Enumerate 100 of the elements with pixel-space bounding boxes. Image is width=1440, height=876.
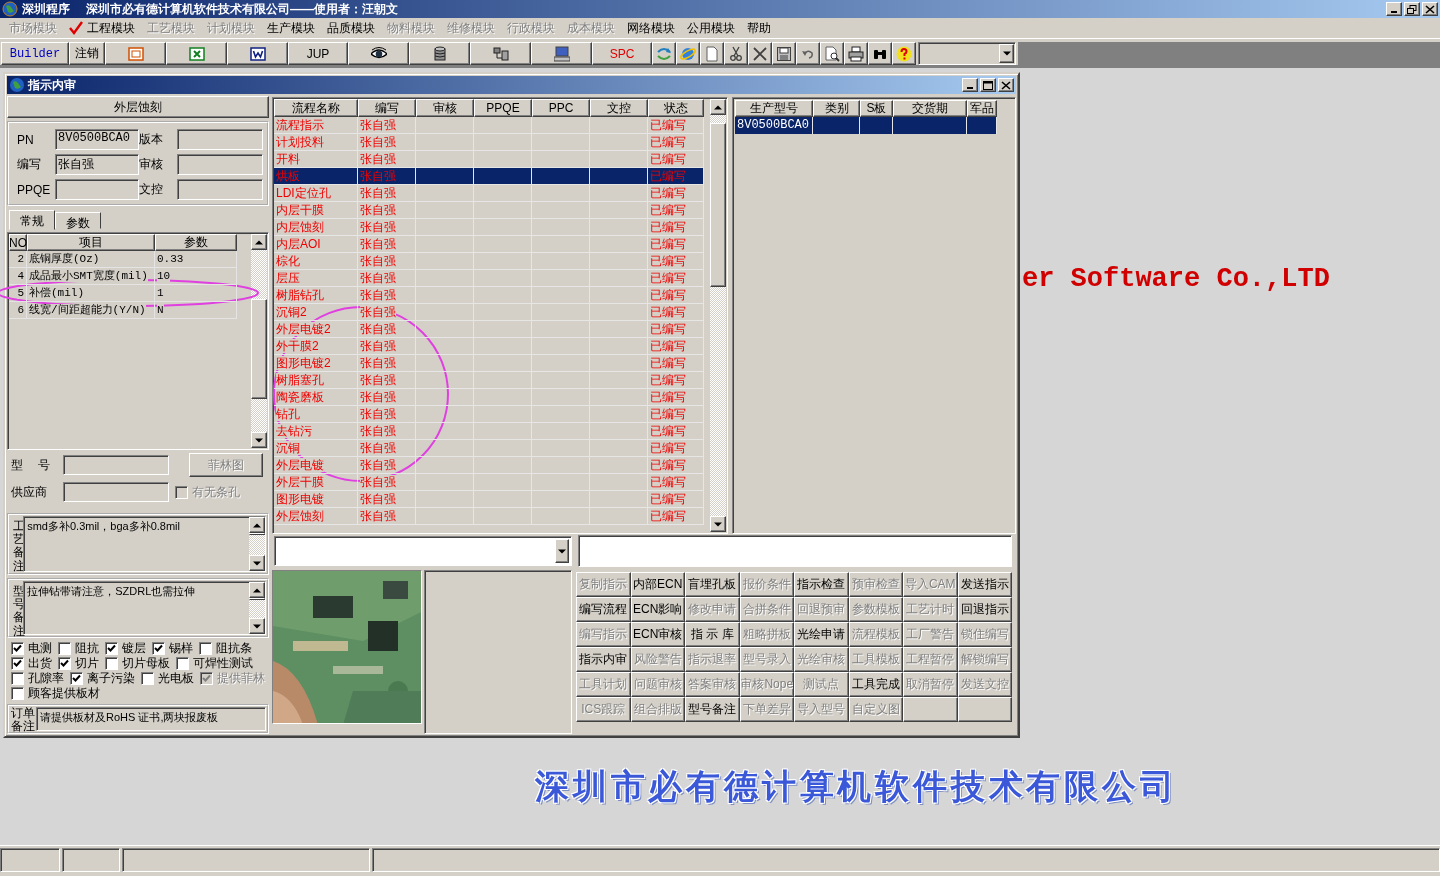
table-cell[interactable]: 内层干膜 (274, 202, 358, 219)
table-cell[interactable] (590, 134, 648, 151)
table-cell[interactable] (967, 117, 997, 134)
table-cell[interactable] (416, 117, 474, 134)
table-cell[interactable]: 已编写 (648, 338, 704, 355)
table-cell[interactable]: 已编写 (648, 474, 704, 491)
table-cell[interactable] (474, 491, 532, 508)
column-header[interactable]: 状态 (648, 99, 704, 117)
checkbox[interactable] (58, 642, 71, 655)
action-button[interactable]: 指 示 库 (685, 622, 740, 647)
table-cell[interactable]: 去钻污 (274, 423, 358, 440)
toolbar-button[interactable] (892, 42, 916, 65)
checkbox[interactable] (105, 657, 118, 670)
column-header[interactable]: 流程名称 (274, 99, 358, 117)
table-cell[interactable]: 棕化 (274, 253, 358, 270)
input-field[interactable] (63, 482, 169, 502)
table-cell[interactable] (590, 202, 648, 219)
menu-item[interactable]: 网络模块 (621, 19, 681, 37)
action-button[interactable]: 工具完成 (848, 672, 903, 697)
menu-item[interactable]: 帮助 (741, 19, 777, 37)
scroll-down-button[interactable] (251, 432, 267, 448)
table-cell[interactable]: 已编写 (648, 168, 704, 185)
table-cell[interactable] (474, 253, 532, 270)
table-cell[interactable] (532, 134, 590, 151)
table-cell[interactable]: 已编写 (648, 202, 704, 219)
table-cell[interactable]: 外干膜2 (274, 338, 358, 355)
table-cell[interactable] (590, 423, 648, 440)
table-cell[interactable] (416, 202, 474, 219)
checkbox[interactable] (176, 657, 189, 670)
table-cell[interactable] (474, 372, 532, 389)
toolbar-button[interactable] (772, 42, 796, 65)
action-button[interactable]: 内部ECN (630, 572, 685, 597)
column-header[interactable]: PPC (532, 99, 590, 117)
input-field[interactable] (63, 455, 169, 475)
table-cell[interactable] (474, 338, 532, 355)
dropdown-button[interactable] (999, 44, 1014, 63)
table-cell[interactable]: 层压 (274, 270, 358, 287)
input-field[interactable] (177, 129, 263, 150)
table-cell[interactable]: 已编写 (648, 185, 704, 202)
table-cell[interactable]: 外层电镀 (274, 457, 358, 474)
table-cell[interactable]: 已编写 (648, 253, 704, 270)
column-header[interactable]: PPQE (474, 99, 532, 117)
toolbar-button[interactable]: SPC (592, 42, 652, 65)
table-cell[interactable]: 流程指示 (274, 117, 358, 134)
table-cell[interactable]: 沉铜2 (274, 304, 358, 321)
table-cell[interactable] (532, 457, 590, 474)
table-cell[interactable]: 已编写 (648, 372, 704, 389)
toolbar-button[interactable] (348, 42, 409, 65)
toolbar-button[interactable] (531, 42, 592, 65)
table-cell[interactable]: 树脂塞孔 (274, 372, 358, 389)
table-cell[interactable]: 已编写 (648, 406, 704, 423)
menu-item[interactable]: 品质模块 (321, 19, 381, 37)
table-cell[interactable] (532, 389, 590, 406)
table-cell[interactable] (416, 423, 474, 440)
table-cell[interactable] (474, 304, 532, 321)
action-button[interactable]: 发送指示 (957, 572, 1012, 597)
table-cell[interactable] (474, 219, 532, 236)
toolbar-button[interactable] (748, 42, 772, 65)
checkbox[interactable] (105, 642, 118, 655)
tab[interactable]: 常规 (9, 210, 55, 230)
scrollbar-thumb[interactable] (249, 598, 265, 600)
table-cell[interactable] (590, 440, 648, 457)
input-field[interactable] (578, 535, 1012, 567)
scroll-up-button[interactable] (249, 517, 265, 533)
table-cell[interactable]: 8V0500BCA0 (735, 117, 813, 134)
table-cell[interactable] (474, 117, 532, 134)
table-cell[interactable] (474, 423, 532, 440)
table-cell[interactable]: 钻孔 (274, 406, 358, 423)
table-cell[interactable] (590, 508, 648, 525)
table-cell[interactable] (416, 389, 474, 406)
table-cell[interactable] (590, 287, 648, 304)
column-header[interactable]: 文控 (590, 99, 648, 117)
menu-item[interactable]: 生产模块 (261, 19, 321, 37)
table-cell[interactable] (416, 474, 474, 491)
table-cell[interactable] (416, 508, 474, 525)
scroll-down-button[interactable] (249, 618, 265, 634)
toolbar-button[interactable] (105, 42, 166, 65)
scroll-down-button[interactable] (249, 555, 265, 571)
toolbar-button[interactable] (796, 42, 820, 65)
table-cell[interactable]: 外层干膜 (274, 474, 358, 491)
table-cell[interactable] (532, 474, 590, 491)
table-cell[interactable] (532, 406, 590, 423)
scroll-up-button[interactable] (710, 99, 726, 115)
dropdown-field[interactable] (274, 536, 572, 566)
table-cell[interactable] (532, 168, 590, 185)
checkbox[interactable] (11, 657, 24, 670)
table-cell[interactable] (474, 389, 532, 406)
table-cell[interactable] (532, 117, 590, 134)
table-cell[interactable]: 已编写 (648, 134, 704, 151)
table-cell[interactable] (590, 117, 648, 134)
table-cell[interactable] (474, 287, 532, 304)
toolbar-button[interactable] (470, 42, 531, 65)
toolbar-button[interactable] (676, 42, 700, 65)
table-cell[interactable] (474, 474, 532, 491)
input-field[interactable] (55, 179, 139, 200)
table-cell[interactable] (416, 491, 474, 508)
column-header[interactable]: 审核 (416, 99, 474, 117)
table-cell[interactable] (416, 338, 474, 355)
table-cell[interactable] (416, 321, 474, 338)
toolbar-button[interactable] (409, 42, 470, 65)
